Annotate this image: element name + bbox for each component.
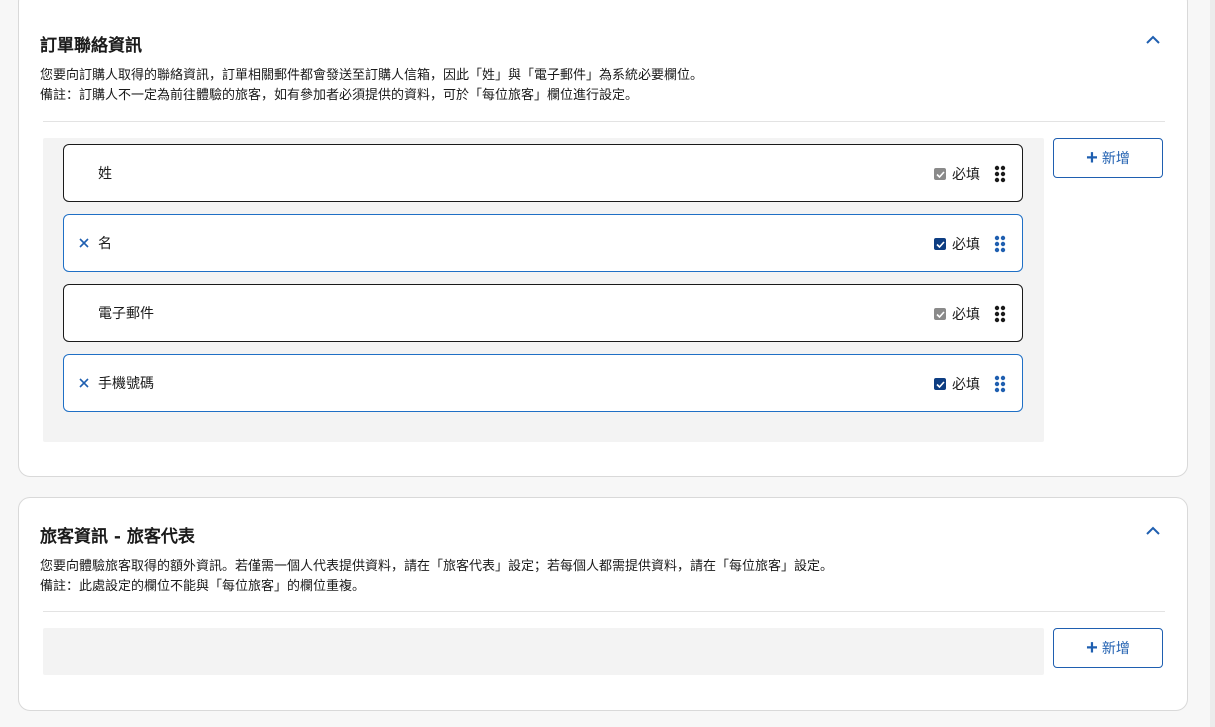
description-note: 備註：訂購人不一定為前往體驗的旅客，如有參加者必須提供的資料，可於「每位旅客」欄…	[40, 88, 639, 103]
plus-icon: +	[1086, 637, 1098, 659]
traveler-representative-section: 旅客資訊 - 旅客代表 您要向體驗旅客取得的額外資訊。若僅需一個人代表提供資料，…	[18, 497, 1188, 711]
field-label: 手機號碼	[98, 376, 154, 392]
chevron-up-icon[interactable]	[1143, 29, 1163, 49]
drag-handle-icon[interactable]	[994, 235, 1006, 253]
drag-handle-icon[interactable]	[994, 375, 1006, 393]
close-icon[interactable]	[75, 234, 93, 252]
field-label: 電子郵件	[98, 306, 154, 322]
section-title: 旅客資訊 - 旅客代表	[40, 527, 195, 547]
required-toggle: 必填	[934, 304, 980, 324]
required-label: 必填	[952, 307, 980, 323]
drag-handle-icon[interactable]	[994, 165, 1006, 183]
section-title: 訂單聯絡資訊	[40, 36, 142, 56]
required-label: 必填	[952, 377, 980, 393]
required-toggle[interactable]: 必填	[934, 374, 980, 394]
description-note: 備註：此處設定的欄位不能與「每位旅客」的欄位重複。	[40, 579, 366, 594]
plus-icon: +	[1086, 147, 1098, 169]
field-row-first-name[interactable]: 名 必填	[63, 214, 1023, 272]
field-row-mobile[interactable]: 手機號碼 必填	[63, 354, 1023, 412]
add-field-button[interactable]: + 新增	[1053, 138, 1163, 178]
section-description: 您要向體驗旅客取得的額外資訊。若僅需一個人代表提供資料，請在「旅客代表」設定；若…	[40, 557, 833, 597]
description-line: 您要向訂購人取得的聯絡資訊，訂單相關郵件都會發送至訂購人信箱，因此「姓」與「電子…	[40, 68, 704, 83]
required-toggle[interactable]: 必填	[934, 234, 980, 254]
field-list-empty	[43, 628, 1044, 675]
add-button-label: 新增	[1101, 150, 1130, 166]
required-label: 必填	[952, 167, 980, 183]
chevron-up-icon[interactable]	[1143, 520, 1163, 540]
field-label: 名	[98, 236, 112, 252]
required-checkbox[interactable]	[934, 378, 946, 390]
divider	[43, 121, 1165, 122]
required-checkbox	[934, 308, 946, 320]
contact-info-section: 訂單聯絡資訊 您要向訂購人取得的聯絡資訊，訂單相關郵件都會發送至訂購人信箱，因此…	[18, 0, 1188, 477]
field-list: 姓 必填 名 必填 電子郵件 必填 手機號碼 必填	[43, 138, 1044, 442]
section-description: 您要向訂購人取得的聯絡資訊，訂單相關郵件都會發送至訂購人信箱，因此「姓」與「電子…	[40, 66, 703, 106]
description-line: 您要向體驗旅客取得的額外資訊。若僅需一個人代表提供資料，請在「旅客代表」設定；若…	[40, 559, 834, 574]
required-checkbox	[934, 168, 946, 180]
field-row-last-name[interactable]: 姓 必填	[63, 144, 1023, 202]
divider	[43, 611, 1165, 612]
add-button-label: 新增	[1101, 640, 1130, 656]
field-label: 姓	[98, 166, 112, 182]
scrollbar[interactable]	[1210, 0, 1215, 727]
field-row-email[interactable]: 電子郵件 必填	[63, 284, 1023, 342]
close-icon[interactable]	[75, 374, 93, 392]
add-field-button[interactable]: + 新增	[1053, 628, 1163, 668]
drag-handle-icon[interactable]	[994, 305, 1006, 323]
required-label: 必填	[952, 237, 980, 253]
required-checkbox[interactable]	[934, 238, 946, 250]
required-toggle: 必填	[934, 164, 980, 184]
